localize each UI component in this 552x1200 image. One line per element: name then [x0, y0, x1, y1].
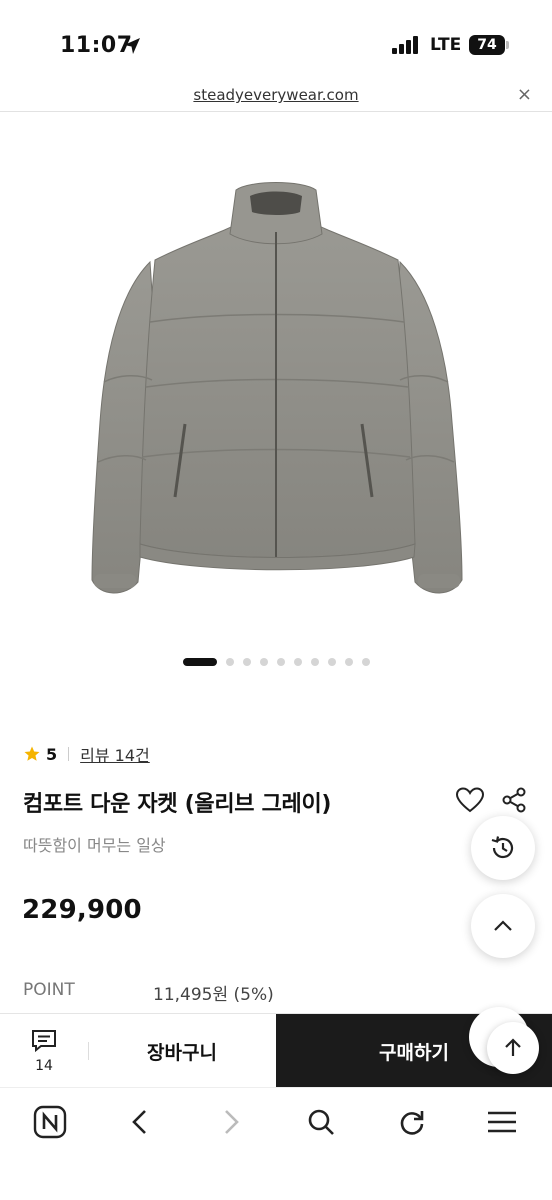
product-image[interactable] [0, 112, 552, 652]
back-icon [132, 1110, 146, 1134]
carousel-dot[interactable] [242, 658, 251, 666]
status-bar: 11:07 LTE 74 [0, 0, 552, 80]
carousel-dot[interactable] [225, 658, 234, 666]
rating-row: 5 리뷰 14건 [23, 742, 150, 766]
menu-icon [488, 1111, 516, 1133]
action-bar: 14 장바구니 구매하기 [0, 1013, 552, 1088]
carousel-dot[interactable] [344, 658, 353, 666]
scroll-up-button[interactable] [471, 894, 535, 958]
carousel-dots[interactable] [0, 655, 552, 669]
point-label: POINT [23, 980, 75, 1000]
star-icon [24, 746, 40, 761]
forward-icon [225, 1110, 239, 1134]
close-icon[interactable]: × [517, 84, 532, 105]
forward-button[interactable] [213, 1104, 249, 1140]
location-arrow-icon [124, 38, 140, 54]
arrow-up-icon [505, 1038, 521, 1056]
scroll-top-button[interactable] [487, 1022, 539, 1074]
carousel-dot[interactable] [293, 658, 302, 666]
rating-divider [68, 747, 70, 761]
chat-button[interactable]: 14 [0, 1014, 88, 1088]
carousel-dot[interactable] [361, 658, 370, 666]
back-button[interactable] [122, 1104, 158, 1140]
battery-cap [506, 41, 509, 49]
refresh-icon [400, 1111, 424, 1135]
rating-value: 5 [46, 744, 58, 764]
naver-home-button[interactable] [32, 1104, 68, 1140]
product-subtitle: 따뜻함이 머무는 일상 [23, 836, 166, 855]
menu-button[interactable] [484, 1104, 520, 1140]
heart-icon[interactable] [455, 786, 485, 814]
add-to-cart-button[interactable]: 장바구니 [89, 1014, 275, 1088]
jacket-image [91, 182, 463, 594]
carousel-dot[interactable] [310, 658, 319, 666]
url-bar[interactable]: steadyeverywear.com × [0, 80, 552, 112]
product-price: 229,900 [22, 895, 142, 925]
recent-history-button[interactable] [471, 816, 535, 880]
chat-count: 14 [35, 1058, 53, 1074]
history-icon [491, 836, 514, 859]
network-label: LTE [430, 35, 462, 55]
search-icon [308, 1109, 334, 1135]
carousel-dot[interactable] [182, 658, 217, 666]
browser-nav [0, 1087, 552, 1200]
product-title: 컴포트 다운 자켓 (올리브 그레이) [23, 792, 332, 817]
signal-icon [392, 36, 418, 54]
point-value: 11,495원 (5%) [153, 985, 274, 1005]
review-link[interactable]: 리뷰 14건 [80, 742, 150, 766]
refresh-button[interactable] [394, 1104, 430, 1140]
naver-icon [33, 1105, 67, 1139]
carousel-dot[interactable] [259, 658, 268, 666]
search-button[interactable] [303, 1104, 339, 1140]
chevron-up-icon [494, 920, 512, 931]
battery-indicator: 74 [469, 35, 505, 55]
share-icon[interactable] [500, 786, 528, 814]
url-text[interactable]: steadyeverywear.com [0, 86, 552, 104]
chat-icon [32, 1030, 56, 1053]
carousel-dot[interactable] [327, 658, 336, 666]
carousel-dot[interactable] [276, 658, 285, 666]
